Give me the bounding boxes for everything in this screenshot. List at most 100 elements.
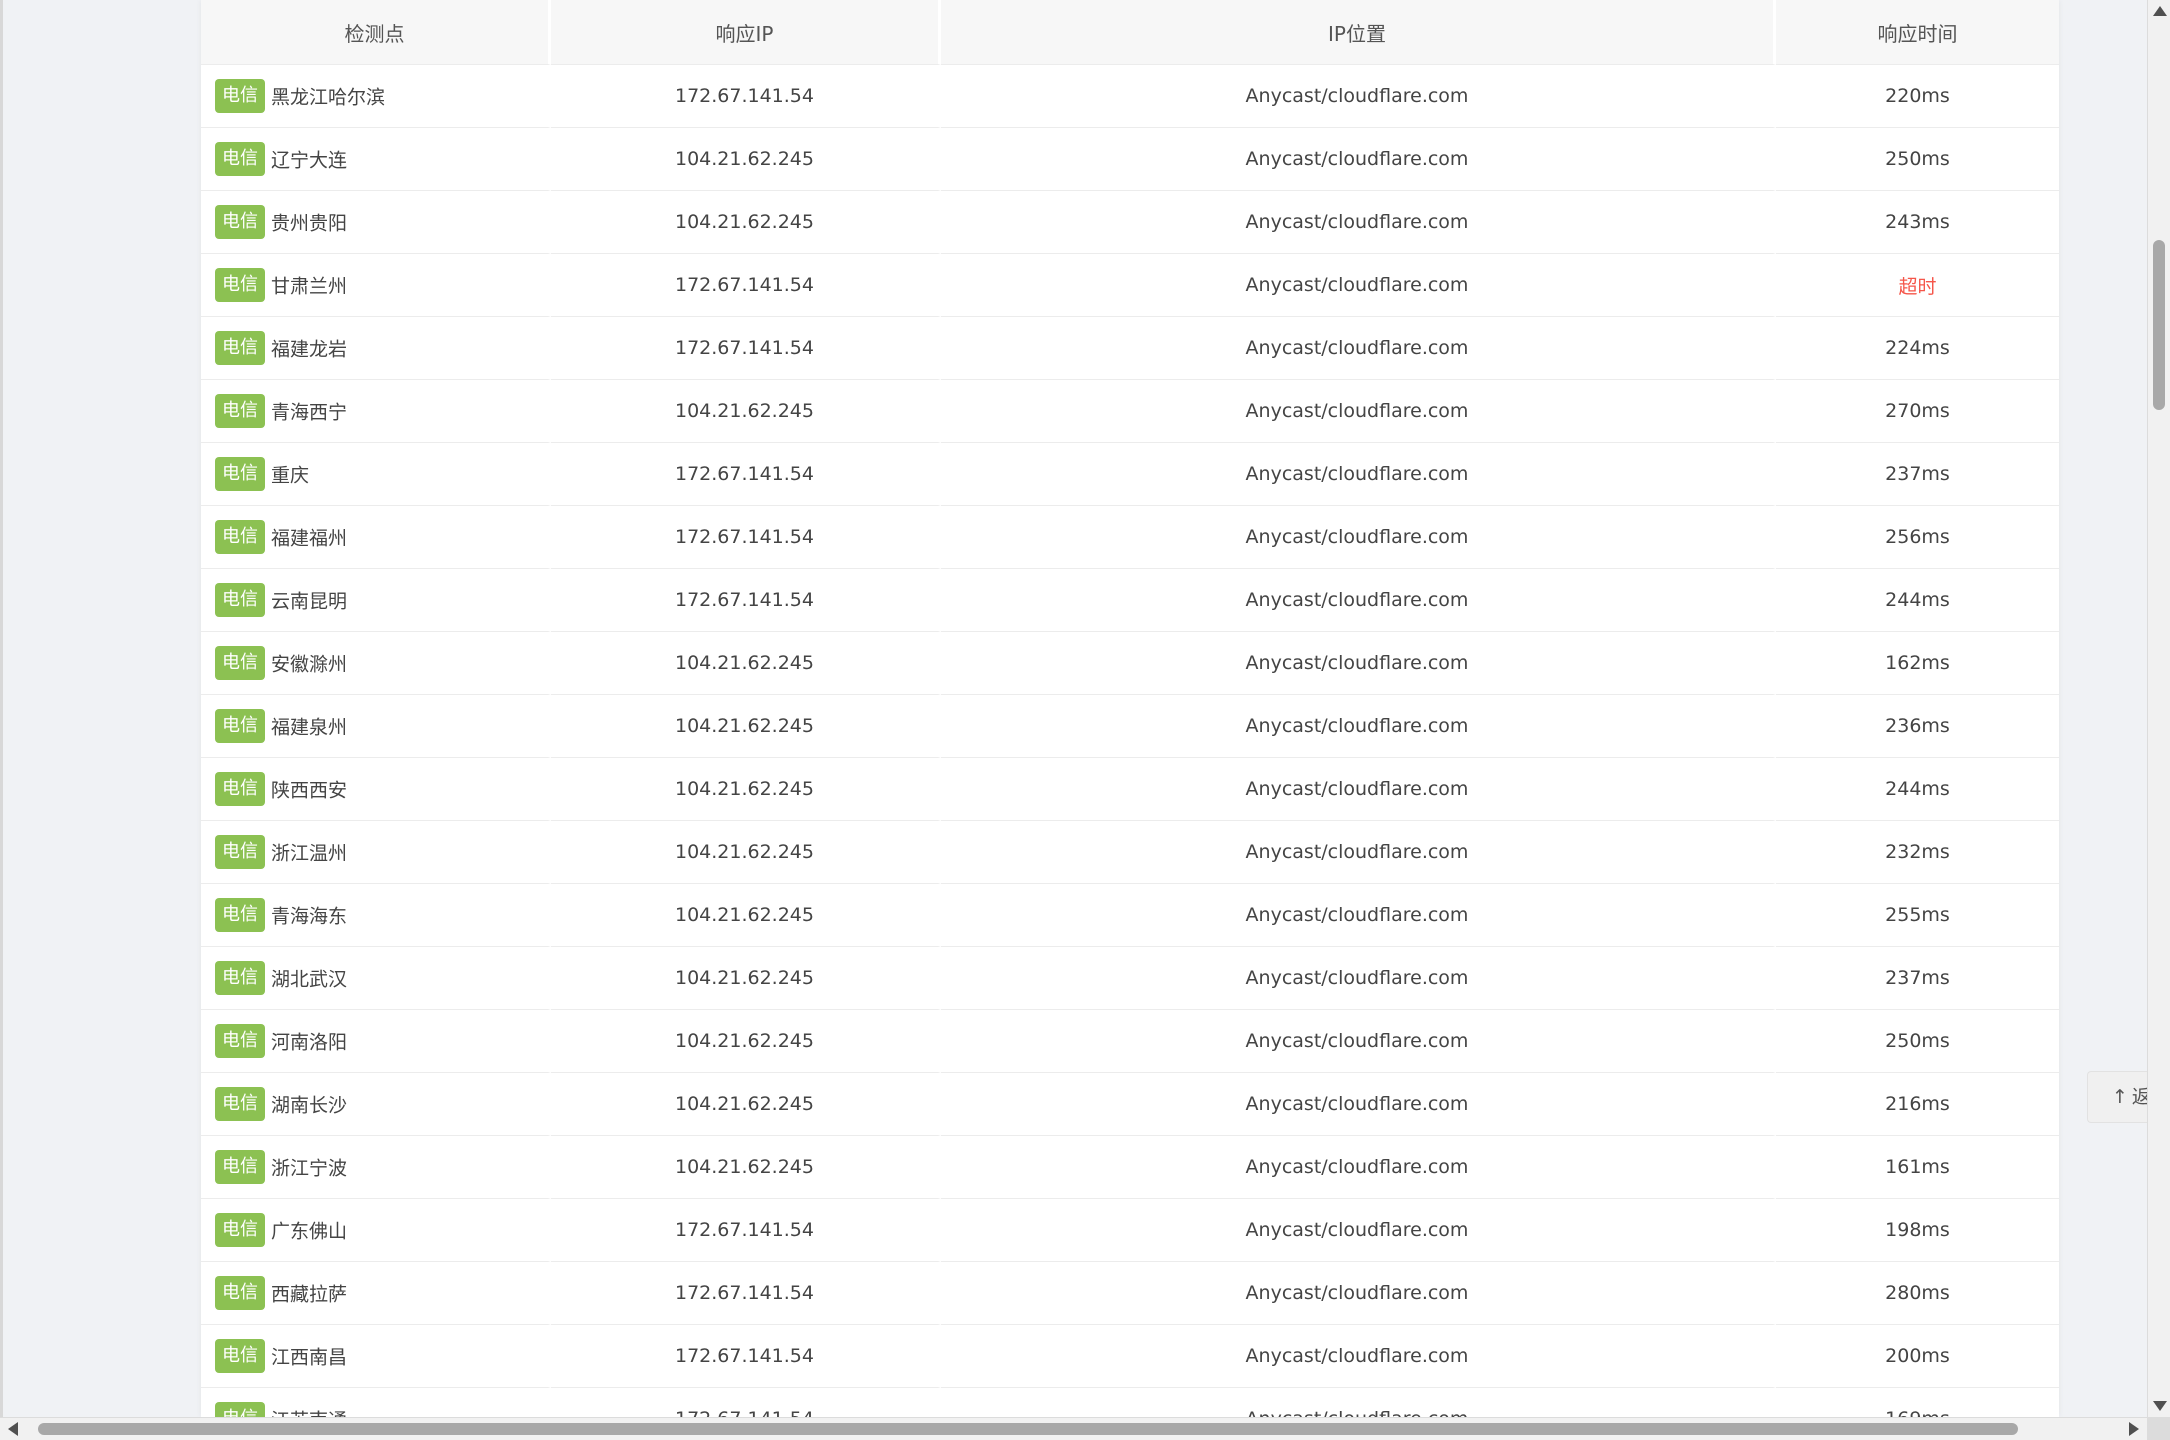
location-name: 河南洛阳 — [271, 1031, 348, 1054]
isp-badge: 电信 — [215, 457, 265, 491]
cell-ip-location: Anycast/cloudflare.com — [941, 1388, 1776, 1417]
vertical-scrollbar[interactable] — [2147, 0, 2170, 1417]
cell-ip: 172.67.141.54 — [551, 569, 941, 632]
horizontal-scroll-thumb[interactable] — [38, 1423, 2018, 1435]
scroll-down-icon[interactable] — [2153, 1401, 2167, 1411]
isp-badge: 电信 — [215, 646, 265, 680]
location-name: 西藏拉萨 — [271, 1283, 348, 1306]
back-to-top-button[interactable]: ↑返 — [2087, 1071, 2147, 1123]
cell-ip-location: Anycast/cloudflare.com — [941, 128, 1776, 191]
cell-location: 电信 辽宁大连 — [201, 128, 551, 191]
cell-response-time: 236ms — [1776, 695, 2059, 758]
cell-ip-location: Anycast/cloudflare.com — [941, 947, 1776, 1010]
isp-badge: 电信 — [215, 1402, 265, 1417]
cell-location: 电信 安徽滁州 — [201, 632, 551, 695]
table-row: 电信 青海西宁 104.21.62.245 Anycast/cloudflare.co… — [201, 380, 2059, 443]
isp-badge: 电信 — [215, 79, 265, 113]
cell-response-time: 237ms — [1776, 443, 2059, 506]
cell-location: 电信 贵州贵阳 — [201, 191, 551, 254]
scroll-up-icon[interactable] — [2153, 6, 2167, 16]
isp-badge: 电信 — [215, 268, 265, 302]
cell-ip-location: Anycast/cloudflare.com — [941, 1010, 1776, 1073]
cell-location: 电信 河南洛阳 — [201, 1010, 551, 1073]
header-ip: 响应IP — [551, 0, 941, 65]
cell-location: 电信 湖北武汉 — [201, 947, 551, 1010]
table-row: 电信 福建福州 172.67.141.54 Anycast/cloudflare.co… — [201, 506, 2059, 569]
cell-ip-location: Anycast/cloudflare.com — [941, 506, 1776, 569]
table-header: 检测点 响应IP IP位置 响应时间 — [201, 0, 2059, 65]
cell-ip: 172.67.141.54 — [551, 65, 941, 128]
isp-badge: 电信 — [215, 835, 265, 869]
header-response-time: 响应时间 — [1776, 0, 2059, 65]
cell-location: 电信 重庆 — [201, 443, 551, 506]
cell-response-time: 232ms — [1776, 821, 2059, 884]
header-location: 检测点 — [201, 0, 551, 65]
cell-ip: 172.67.141.54 — [551, 1199, 941, 1262]
location-name: 湖南长沙 — [271, 1094, 348, 1117]
cell-ip: 172.67.141.54 — [551, 1325, 941, 1388]
cell-ip-location: Anycast/cloudflare.com — [941, 758, 1776, 821]
table-row: 电信 云南昆明 172.67.141.54 Anycast/cloudflare.co… — [201, 569, 2059, 632]
cell-response-time: 256ms — [1776, 506, 2059, 569]
arrow-up-icon: ↑ — [2112, 1086, 2128, 1108]
cell-ip-location: Anycast/cloudflare.com — [941, 884, 1776, 947]
isp-badge: 电信 — [215, 1150, 265, 1184]
table-row: 电信江苏南通172.67.141.54Anycast/cloudflare.co… — [201, 1388, 2059, 1417]
cell-ip: 104.21.62.245 — [551, 128, 941, 191]
cell-ip: 104.21.62.245 — [551, 1010, 941, 1073]
cell-location: 电信 云南昆明 — [201, 569, 551, 632]
cell-location: 电信 西藏拉萨 — [201, 1262, 551, 1325]
location-name: 云南昆明 — [271, 590, 348, 613]
cell-ip-location: Anycast/cloudflare.com — [941, 380, 1776, 443]
results-table: 检测点 响应IP IP位置 响应时间 电信 黑龙江哈尔滨 172.67.141.54… — [201, 0, 2059, 1417]
cell-ip-location: Anycast/cloudflare.com — [941, 191, 1776, 254]
horizontal-scrollbar[interactable] — [0, 1417, 2147, 1440]
cell-ip: 104.21.62.245 — [551, 884, 941, 947]
cell-ip-location: Anycast/cloudflare.com — [941, 65, 1776, 128]
table-row: 电信 河南洛阳 104.21.62.245 Anycast/cloudflare.co… — [201, 1010, 2059, 1073]
location-name: 江西南昌 — [271, 1346, 348, 1369]
isp-badge: 电信 — [215, 1339, 265, 1373]
cell-location: 电信 福建福州 — [201, 506, 551, 569]
location-name: 江苏南通 — [271, 1410, 347, 1418]
cell-ip-location: Anycast/cloudflare.com — [941, 821, 1776, 884]
cell-location: 电信 青海海东 — [201, 884, 551, 947]
cell-ip: 104.21.62.245 — [551, 695, 941, 758]
cell-location: 电信 甘肃兰州 — [201, 254, 551, 317]
cell-response-time: 270ms — [1776, 380, 2059, 443]
location-name: 甘肃兰州 — [271, 275, 348, 298]
cell-ip: 104.21.62.245 — [551, 380, 941, 443]
header-ip-location: IP位置 — [941, 0, 1776, 65]
cell-response-time: 169ms — [1776, 1388, 2059, 1417]
cell-ip-location: Anycast/cloudflare.com — [941, 1199, 1776, 1262]
table-body: 电信 黑龙江哈尔滨 172.67.141.54 Anycast/cloudflare.… — [201, 65, 2059, 1417]
cell-response-time: 220ms — [1776, 65, 2059, 128]
cell-ip-location: Anycast/cloudflare.com — [941, 1262, 1776, 1325]
location-name: 青海西宁 — [271, 401, 348, 424]
cell-ip-location: Anycast/cloudflare.com — [941, 632, 1776, 695]
cell-response-time: 244ms — [1776, 569, 2059, 632]
cell-location: 电信江苏南通 — [201, 1388, 551, 1417]
cell-ip-location: Anycast/cloudflare.com — [941, 695, 1776, 758]
cell-ip: 104.21.62.245 — [551, 821, 941, 884]
table-row: 电信 重庆 172.67.141.54 Anycast/cloudflare.com 2… — [201, 443, 2059, 506]
table-row: 电信 西藏拉萨 172.67.141.54 Anycast/cloudflare.co… — [201, 1262, 2059, 1325]
table-row: 电信 湖南长沙 104.21.62.245 Anycast/cloudflare.co… — [201, 1073, 2059, 1136]
cell-response-time: 250ms — [1776, 1010, 2059, 1073]
scroll-right-icon[interactable] — [2129, 1422, 2139, 1436]
location-name: 湖北武汉 — [271, 968, 348, 991]
location-name: 安徽滁州 — [271, 653, 348, 676]
back-to-top-label: 返 — [2132, 1086, 2147, 1108]
isp-badge: 电信 — [215, 898, 265, 932]
cell-ip: 104.21.62.245 — [551, 1073, 941, 1136]
scroll-left-icon[interactable] — [8, 1422, 18, 1436]
cell-ip: 104.21.62.245 — [551, 947, 941, 1010]
table-row: 电信 广东佛山 172.67.141.54 Anycast/cloudflare.co… — [201, 1199, 2059, 1262]
isp-badge: 电信 — [215, 142, 265, 176]
cell-response-time: 255ms — [1776, 884, 2059, 947]
cell-ip-location: Anycast/cloudflare.com — [941, 1325, 1776, 1388]
table-row: 电信 青海海东 104.21.62.245 Anycast/cloudflare.co… — [201, 884, 2059, 947]
cell-response-time: 280ms — [1776, 1262, 2059, 1325]
cell-ip: 172.67.141.54 — [551, 1388, 941, 1417]
vertical-scroll-thumb[interactable] — [2153, 240, 2165, 410]
